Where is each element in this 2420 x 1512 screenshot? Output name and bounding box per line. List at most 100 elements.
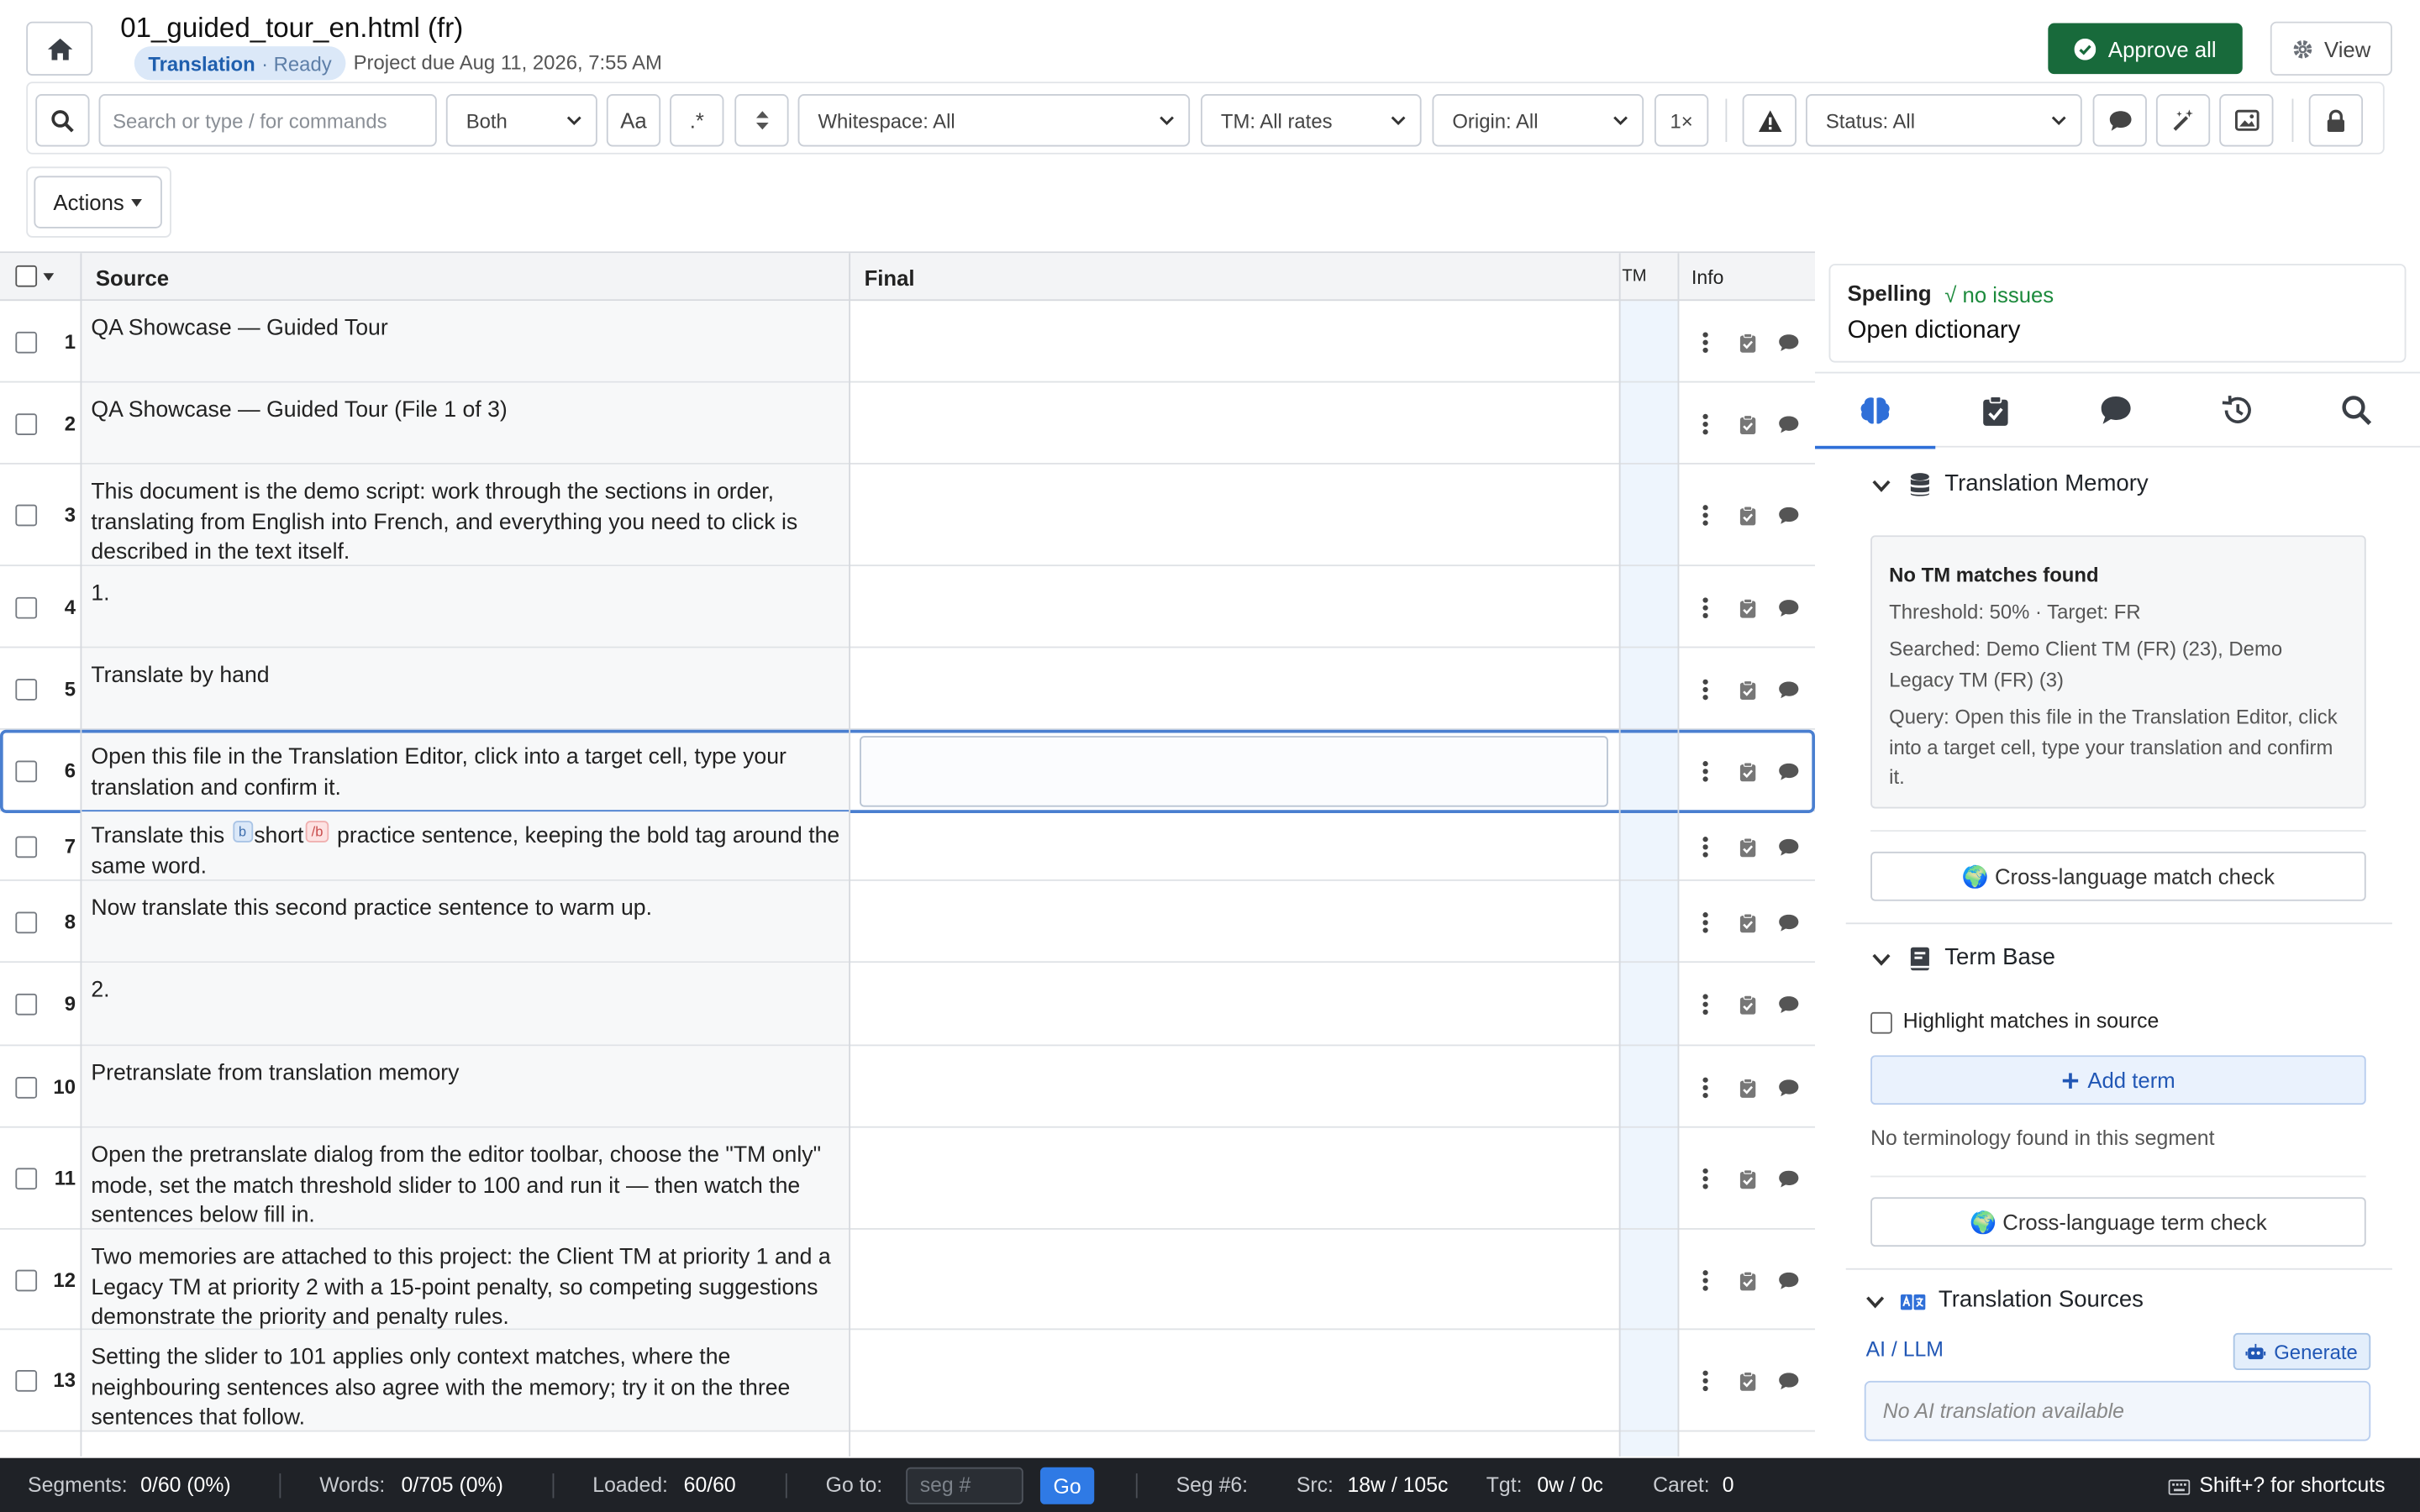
clipboard-check-icon[interactable] — [1739, 1271, 1756, 1291]
comment-icon[interactable] — [1778, 333, 1800, 352]
chevron-down-icon[interactable] — [1870, 950, 1892, 969]
tab-comments[interactable] — [2056, 373, 2176, 447]
approve-all-button[interactable]: Approve all — [2048, 23, 2243, 75]
clipboard-check-icon[interactable] — [1739, 415, 1756, 435]
row-checkbox[interactable] — [15, 331, 38, 354]
tag-open[interactable]: b — [232, 821, 253, 843]
target-cell[interactable] — [850, 383, 1619, 464]
col-info[interactable]: Info — [1691, 267, 1723, 289]
generate-button[interactable]: Generate — [2233, 1332, 2371, 1371]
more-icon[interactable] — [1702, 1077, 1708, 1099]
lock-button[interactable] — [2308, 94, 2364, 147]
row-checkbox[interactable] — [15, 504, 38, 527]
target-cell[interactable] — [850, 963, 1619, 1044]
more-icon[interactable] — [1702, 679, 1708, 701]
tab-memory[interactable] — [1814, 373, 1936, 449]
comment-icon[interactable] — [1778, 599, 1800, 617]
sort-button[interactable] — [734, 94, 789, 147]
tag-close[interactable]: /b — [305, 821, 329, 843]
clipboard-check-icon[interactable] — [1739, 680, 1756, 701]
regex-button[interactable]: .* — [670, 94, 724, 147]
clipboard-check-icon[interactable] — [1739, 837, 1756, 858]
col-source[interactable]: Source — [96, 265, 169, 290]
row-checkbox[interactable] — [15, 1370, 38, 1392]
row-checkbox[interactable] — [15, 1269, 38, 1292]
tm-rate-select[interactable]: TM: All rates — [1200, 94, 1422, 147]
more-icon[interactable] — [1702, 505, 1708, 527]
clipboard-check-icon[interactable] — [1739, 333, 1756, 354]
clipboard-check-icon[interactable] — [1739, 913, 1756, 933]
more-icon[interactable] — [1702, 1270, 1708, 1292]
warnings-button[interactable] — [1742, 94, 1797, 147]
row-checkbox[interactable] — [15, 993, 38, 1016]
more-icon[interactable] — [1702, 1168, 1708, 1189]
view-button[interactable]: View — [2270, 21, 2392, 76]
clipboard-check-icon[interactable] — [1739, 506, 1756, 526]
clipboard-check-icon[interactable] — [1739, 995, 1756, 1016]
goto-input[interactable]: seg # — [906, 1467, 1023, 1504]
sources-section-title[interactable]: Translation Sources — [1939, 1287, 2144, 1313]
whitespace-select[interactable]: Whitespace: All — [797, 94, 1191, 147]
col-tm[interactable]: TM — [1622, 267, 1646, 286]
comment-icon[interactable] — [1778, 1372, 1800, 1390]
match-case-button[interactable]: Aa — [606, 94, 661, 147]
target-cell[interactable] — [850, 1330, 1619, 1430]
tm-section-title[interactable]: Translation Memory — [1944, 470, 2148, 496]
actions-button[interactable]: Actions — [34, 176, 162, 228]
termbase-section-title[interactable]: Term Base — [1944, 944, 2055, 970]
more-icon[interactable] — [1702, 332, 1708, 354]
row-checkbox[interactable] — [15, 413, 38, 435]
open-dictionary-link[interactable]: Open dictionary — [1848, 318, 2021, 345]
clipboard-check-icon[interactable] — [1739, 1078, 1756, 1099]
comment-icon[interactable] — [1778, 762, 1800, 780]
more-icon[interactable] — [1702, 912, 1708, 934]
chevron-down-icon[interactable] — [1865, 1293, 1886, 1311]
add-term-button[interactable]: Add term — [1870, 1055, 2366, 1105]
comment-icon[interactable] — [1778, 415, 1800, 433]
caret-down-icon[interactable] — [43, 273, 55, 281]
more-icon[interactable] — [1702, 413, 1708, 435]
comment-icon[interactable] — [1778, 680, 1800, 699]
tab-history[interactable] — [2176, 373, 2296, 447]
row-checkbox[interactable] — [15, 911, 38, 934]
col-final[interactable]: Final — [865, 265, 915, 290]
clipboard-check-icon[interactable] — [1739, 1169, 1756, 1189]
comment-icon[interactable] — [1778, 913, 1800, 932]
target-cell[interactable] — [850, 301, 1619, 381]
go-button[interactable]: Go — [1039, 1467, 1095, 1504]
target-cell[interactable] — [850, 1128, 1619, 1228]
more-icon[interactable] — [1702, 994, 1708, 1016]
more-icon[interactable] — [1702, 761, 1708, 783]
shortcuts-hint[interactable]: Shift+? for shortcuts — [2199, 1473, 2385, 1497]
target-cell[interactable] — [850, 811, 1619, 879]
clipboard-check-icon[interactable] — [1739, 762, 1756, 782]
target-cell[interactable] — [850, 566, 1619, 647]
comment-icon[interactable] — [1778, 995, 1800, 1014]
comment-icon[interactable] — [1778, 506, 1800, 524]
row-checkbox[interactable] — [15, 1077, 38, 1099]
more-icon[interactable] — [1702, 1370, 1708, 1392]
row-checkbox[interactable] — [15, 679, 38, 701]
home-button[interactable] — [26, 21, 93, 76]
clipboard-check-icon[interactable] — [1739, 598, 1756, 619]
row-checkbox[interactable] — [15, 836, 38, 858]
target-cell[interactable] — [850, 1230, 1619, 1329]
target-editor[interactable] — [860, 736, 1608, 807]
tab-search[interactable] — [2296, 373, 2417, 447]
tab-qa[interactable] — [1935, 373, 2055, 447]
cross-language-term-button[interactable]: 🌍 Cross-language term check — [1870, 1197, 2366, 1247]
search-input[interactable]: Search or type / for commands — [98, 94, 437, 147]
target-cell[interactable] — [850, 881, 1619, 962]
image-button[interactable] — [2219, 94, 2274, 147]
more-icon[interactable] — [1702, 597, 1708, 619]
row-checkbox[interactable] — [15, 760, 38, 783]
scope-select[interactable]: Both — [445, 94, 597, 147]
cross-language-match-button[interactable]: 🌍 Cross-language match check — [1870, 851, 2366, 901]
target-cell[interactable] — [850, 465, 1619, 564]
search-button[interactable] — [35, 94, 90, 147]
target-cell[interactable] — [850, 1046, 1619, 1126]
row-checkbox[interactable] — [15, 596, 38, 619]
comment-icon[interactable] — [1778, 1169, 1800, 1188]
comment-icon[interactable] — [1778, 1271, 1800, 1289]
row-checkbox[interactable] — [15, 1168, 38, 1190]
